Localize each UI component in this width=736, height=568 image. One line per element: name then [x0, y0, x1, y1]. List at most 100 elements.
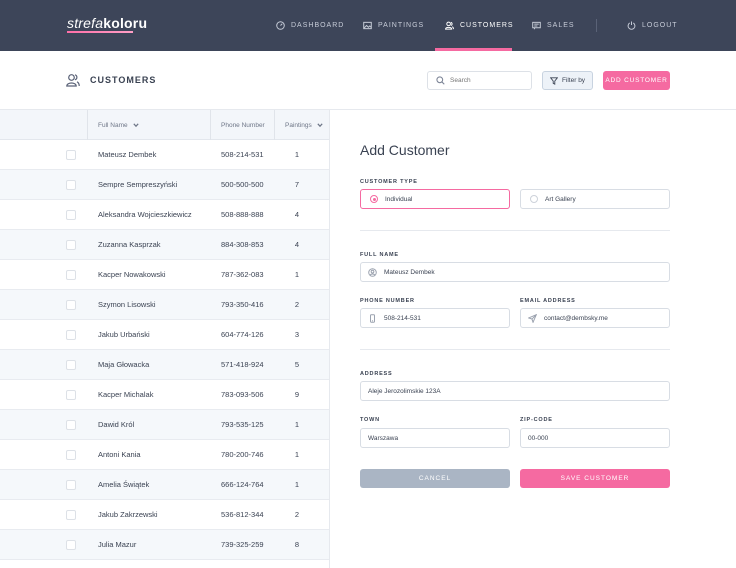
- row-checkbox[interactable]: [66, 390, 76, 400]
- radio-empty-icon: [530, 195, 538, 203]
- row-checkbox[interactable]: [66, 210, 76, 220]
- address-field[interactable]: Aleje Jerozolimskie 123A: [360, 381, 670, 401]
- zip-field[interactable]: 00-000: [520, 428, 670, 448]
- table-row[interactable]: Jakub Zakrzewski 536-812-344 2: [0, 500, 329, 530]
- cell-paintings: 1: [294, 480, 300, 489]
- column-header-name[interactable]: Full Name: [98, 110, 139, 140]
- table-row[interactable]: Aleksandra Wojcieszkiewicz 508-888-888 4: [0, 200, 329, 230]
- brand-logo-underline: [67, 31, 133, 33]
- table-row[interactable]: Sempre Sempreszyński 500-500-500 7: [0, 170, 329, 200]
- row-checkbox[interactable]: [66, 300, 76, 310]
- table-row[interactable]: Antoni Kania 780-200-746 1: [0, 440, 329, 470]
- cell-full-name: Jakub Zakrzewski: [98, 510, 158, 519]
- phone-value: 508-214-531: [384, 314, 421, 322]
- table-row[interactable]: Kacper Michalak 783-093-506 9: [0, 380, 329, 410]
- column-header-paintings-label: Paintings: [285, 121, 312, 129]
- table-row[interactable]: Mateusz Dembek 508-214-531 1: [0, 140, 329, 170]
- brand-logo-part1: strefa: [67, 15, 104, 31]
- row-checkbox[interactable]: [66, 510, 76, 520]
- cell-paintings: 4: [294, 240, 300, 249]
- phone-label: PHONE NUMBER: [360, 298, 415, 304]
- phone-field[interactable]: 508-214-531: [360, 308, 510, 328]
- chevron-down-icon: [317, 123, 323, 128]
- table-row[interactable]: Maja Głowacka 571-418-924 5: [0, 350, 329, 380]
- row-checkbox[interactable]: [66, 270, 76, 280]
- brand-logo[interactable]: strefakoloru: [67, 15, 147, 31]
- row-checkbox[interactable]: [66, 360, 76, 370]
- cancel-button[interactable]: CANCEL: [360, 469, 510, 488]
- customer-type-label: CUSTOMER TYPE: [360, 179, 418, 185]
- customer-type-individual-option[interactable]: Individual: [360, 189, 510, 209]
- filter-button-label: Filter by: [561, 77, 586, 84]
- cell-full-name: Zuzanna Kasprzak: [98, 240, 161, 249]
- logout-label: LOGOUT: [642, 22, 678, 29]
- table-row[interactable]: Kacper Nowakowski 787-362-083 1: [0, 260, 329, 290]
- column-header-paintings[interactable]: Paintings: [285, 110, 323, 140]
- row-checkbox[interactable]: [66, 480, 76, 490]
- cell-phone: 793-350-416: [221, 300, 264, 309]
- form-title: Add Customer: [360, 142, 450, 158]
- cell-full-name: Kacper Michalak: [98, 390, 154, 399]
- row-checkbox[interactable]: [66, 330, 76, 340]
- table-row[interactable]: Szymon Lisowski 793-350-416 2: [0, 290, 329, 320]
- customer-type-gallery-option[interactable]: Art Gallery: [520, 189, 670, 209]
- row-checkbox[interactable]: [66, 180, 76, 190]
- top-nav-bar: strefakoloru DASHBOARD PAINTINGS CUSTOME…: [0, 0, 736, 51]
- column-divider: [87, 110, 88, 140]
- logout-button[interactable]: LOGOUT: [627, 0, 678, 51]
- dashboard-icon: [276, 21, 285, 30]
- customer-type-gallery-label: Art Gallery: [545, 195, 576, 203]
- nav-item-dashboard[interactable]: DASHBOARD: [276, 0, 344, 51]
- full-name-field[interactable]: Mateusz Dembek: [360, 262, 670, 282]
- cell-phone: 666-124-764: [221, 480, 264, 489]
- row-checkbox[interactable]: [66, 450, 76, 460]
- nav-item-customers[interactable]: CUSTOMERS: [445, 0, 514, 51]
- filter-button[interactable]: Filter by: [542, 71, 593, 90]
- chevron-down-icon: [132, 123, 139, 128]
- phone-icon: [370, 313, 375, 323]
- nav-item-paintings[interactable]: PAINTINGS: [363, 0, 424, 51]
- filter-icon: [549, 76, 558, 85]
- cell-phone: 508-888-888: [221, 210, 264, 219]
- nav-item-sales[interactable]: SALES: [532, 0, 575, 51]
- cell-phone: 739-325-259: [221, 540, 264, 549]
- cell-full-name: Sempre Sempreszyński: [98, 180, 178, 189]
- table-row[interactable]: Dawid Król 793-535-125 1: [0, 410, 329, 440]
- table-row[interactable]: Zuzanna Kasprzak 884-308-853 4: [0, 230, 329, 260]
- search-box[interactable]: [427, 71, 532, 90]
- add-customer-button[interactable]: ADD CUSTOMER: [603, 71, 670, 90]
- cell-phone: 500-500-500: [221, 180, 264, 189]
- cell-phone: 780-200-746: [221, 450, 264, 459]
- search-input[interactable]: [450, 77, 525, 84]
- table-row[interactable]: Jakub Urbański 604-774-126 3: [0, 320, 329, 350]
- town-field[interactable]: Warszawa: [360, 428, 510, 448]
- row-checkbox[interactable]: [66, 420, 76, 430]
- cell-paintings: 8: [294, 540, 300, 549]
- email-field[interactable]: contact@dembsky.me: [520, 308, 670, 328]
- cell-phone: 508-214-531: [221, 150, 264, 159]
- cell-paintings: 1: [294, 270, 300, 279]
- table-row[interactable]: Julia Mazur 739-325-259 8: [0, 530, 329, 560]
- cell-paintings: 7: [294, 180, 300, 189]
- form-divider: [360, 349, 670, 350]
- cell-full-name: Amelia Świątek: [98, 480, 150, 489]
- cell-paintings: 1: [294, 450, 300, 459]
- cell-full-name: Kacper Nowakowski: [98, 270, 166, 279]
- table-row[interactable]: Amelia Świątek 666-124-764 1: [0, 470, 329, 500]
- nav-item-dashboard-label: DASHBOARD: [291, 22, 345, 29]
- row-checkbox[interactable]: [66, 150, 76, 160]
- row-checkbox[interactable]: [66, 240, 76, 250]
- cell-phone: 884-308-853: [221, 240, 264, 249]
- send-icon: [528, 313, 537, 323]
- column-header-phone[interactable]: Phone Number: [221, 110, 265, 140]
- cell-phone: 783-093-506: [221, 390, 264, 399]
- save-customer-button[interactable]: SAVE CUSTOMER: [520, 469, 670, 488]
- cell-paintings: 1: [294, 420, 300, 429]
- cell-paintings: 2: [294, 300, 300, 309]
- cell-full-name: Aleksandra Wojcieszkiewicz: [98, 210, 192, 219]
- users-icon: [445, 21, 454, 30]
- email-value: contact@dembsky.me: [544, 314, 608, 322]
- user-icon: [368, 267, 377, 277]
- cell-paintings: 9: [294, 390, 300, 399]
- row-checkbox[interactable]: [66, 540, 76, 550]
